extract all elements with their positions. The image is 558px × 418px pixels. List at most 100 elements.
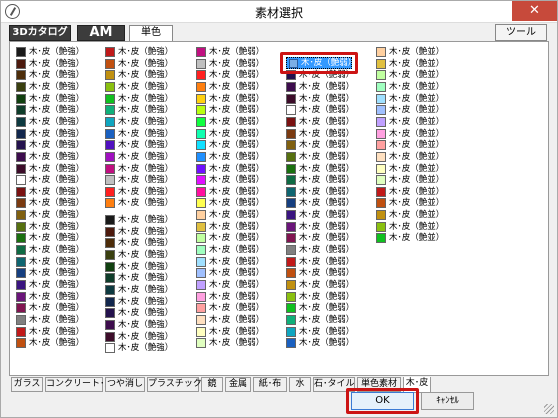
swatch-item[interactable]: 木･皮（艶強） <box>16 209 106 221</box>
swatch-item[interactable]: 木･皮（艶弱） <box>196 279 286 291</box>
swatch-item[interactable]: 木･皮（艶弱） <box>196 244 286 256</box>
swatch-item[interactable]: 木･皮（艶強） <box>105 342 195 354</box>
swatch-item[interactable]: 木･皮（艶弱） <box>286 174 376 186</box>
swatch-item[interactable]: 木･皮（艶並） <box>376 69 466 81</box>
swatch-item[interactable]: 木･皮（艶弱） <box>286 81 376 93</box>
swatch-item[interactable]: 木･皮（艶強） <box>16 69 106 81</box>
swatch-item[interactable]: 木･皮（艶強） <box>16 151 106 163</box>
swatch-item[interactable]: 木･皮（艶弱） <box>196 174 286 186</box>
swatch-item[interactable]: 木･皮（艶強） <box>105 151 195 163</box>
swatch-item[interactable]: 木･皮（艶強） <box>16 232 106 244</box>
swatch-item[interactable]: 木･皮（艶強） <box>16 163 106 175</box>
swatch-item[interactable]: 木･皮（艶弱） <box>196 186 286 198</box>
swatch-item[interactable]: 木･皮（艶弱） <box>196 256 286 268</box>
category-tab[interactable]: プラスチック <box>147 377 202 392</box>
swatch-item[interactable]: 木･皮（艶強） <box>105 284 195 296</box>
swatch-item[interactable]: 木･皮（艶強） <box>16 186 106 198</box>
swatch-item[interactable]: 木･皮（艶弱） <box>196 128 286 140</box>
swatch-item[interactable]: 木･皮（艶弱） <box>196 314 286 326</box>
swatch-item[interactable]: 木･皮（艶並） <box>376 186 466 198</box>
swatch-item[interactable]: 木･皮（艶強） <box>105 237 195 249</box>
swatch-item[interactable]: 木･皮（艶強） <box>16 128 106 140</box>
swatch-item[interactable]: 木･皮（艶弱） <box>196 267 286 279</box>
swatch-item[interactable]: 木･皮（艶弱） <box>196 58 286 70</box>
swatch-item[interactable]: 木･皮（艶並） <box>376 46 466 58</box>
swatch-item[interactable]: 木･皮（艶並） <box>376 174 466 186</box>
swatch-item[interactable]: 木･皮（艶並） <box>376 58 466 70</box>
swatch-item[interactable]: 木･皮（艶弱） <box>196 302 286 314</box>
swatch-item[interactable]: 木･皮（艶弱） <box>286 326 376 338</box>
swatch-item[interactable]: 木･皮（艶強） <box>105 163 195 175</box>
swatch-item[interactable]: 木･皮（艶弱） <box>286 256 376 268</box>
swatch-item[interactable]: 木･皮（艶強） <box>105 226 195 238</box>
swatch-item[interactable]: 木･皮（艶並） <box>376 81 466 93</box>
swatch-item[interactable]: 木･皮（艶弱） <box>196 151 286 163</box>
swatch-item[interactable]: 木･皮（艶強） <box>16 174 106 186</box>
swatch-item[interactable]: 木･皮（艶弱） <box>196 69 286 81</box>
swatch-item[interactable]: 木･皮（艶強） <box>16 197 106 209</box>
swatch-item[interactable]: 木･皮（艶強） <box>16 81 106 93</box>
swatch-item[interactable]: 木･皮（艶強） <box>105 261 195 273</box>
swatch-item[interactable]: 木･皮（艶並） <box>376 139 466 151</box>
swatch-item[interactable]: 木･皮（艶並） <box>376 93 466 105</box>
swatch-item[interactable]: 木･皮（艶強） <box>16 302 106 314</box>
swatch-item[interactable]: 木･皮（艶弱） <box>196 81 286 93</box>
swatch-item[interactable]: 木･皮（艶弱） <box>196 116 286 128</box>
swatch-item[interactable]: 木･皮（艶強） <box>105 139 195 151</box>
swatch-item[interactable]: 木･皮（艶強） <box>105 319 195 331</box>
swatch-item[interactable]: 木･皮（艶強） <box>16 221 106 233</box>
swatch-item[interactable]: 木･皮（艶強） <box>105 46 195 58</box>
swatch-item[interactable]: 木･皮（艶強） <box>16 93 106 105</box>
swatch-item[interactable]: 木･皮（艶強） <box>16 314 106 326</box>
swatch-item[interactable]: 木･皮（艶弱） <box>286 314 376 326</box>
swatch-item[interactable]: 木･皮（艶強） <box>105 81 195 93</box>
swatch-item[interactable]: 木･皮（艶強） <box>105 174 195 186</box>
swatch-item[interactable]: 木･皮（艶弱） <box>286 209 376 221</box>
swatch-item[interactable]: 木･皮（艶弱） <box>196 291 286 303</box>
swatch-item[interactable]: 木･皮（艶弱） <box>286 337 376 349</box>
swatch-item[interactable]: 木･皮（艶弱） <box>286 221 376 233</box>
swatch-item[interactable]: 木･皮（艶強） <box>105 116 195 128</box>
swatch-item[interactable]: 木･皮（艶弱） <box>286 104 376 116</box>
swatch-item[interactable]: 木･皮（艶弱） <box>286 302 376 314</box>
swatch-item[interactable]: 木･皮（艶弱） <box>196 139 286 151</box>
swatch-item[interactable]: 木･皮（艶弱） <box>286 197 376 209</box>
swatch-item[interactable]: 木･皮（艶弱） <box>196 221 286 233</box>
swatch-item[interactable]: 木･皮（艶弱） <box>196 197 286 209</box>
swatch-item[interactable]: 木･皮（艶強） <box>105 93 195 105</box>
category-tab[interactable]: つや消し <box>105 377 145 392</box>
close-button[interactable]: ✕ <box>512 1 557 21</box>
category-tab[interactable]: 金属 <box>225 377 251 392</box>
swatch-item[interactable]: 木･皮（艶並） <box>376 163 466 175</box>
swatch-item[interactable]: 木･皮（艶強） <box>105 58 195 70</box>
category-tab[interactable]: ガラス <box>11 377 43 392</box>
swatch-item[interactable]: 木･皮（艶強） <box>105 214 195 226</box>
swatch-item[interactable]: 木･皮（艶弱） <box>286 151 376 163</box>
swatch-item[interactable]: 木･皮（艶弱） <box>196 337 286 349</box>
tool-button[interactable]: ツール <box>495 24 547 41</box>
tab-single-color[interactable]: 単色 <box>129 25 173 42</box>
swatch-item[interactable]: 木･皮（艶弱） <box>286 267 376 279</box>
swatch-item[interactable]: 木･皮（艶強） <box>16 326 106 338</box>
cancel-button[interactable]: ｷｬﾝｾﾙ <box>421 392 474 410</box>
swatch-item[interactable]: 木･皮（艶並） <box>376 128 466 140</box>
swatch-item[interactable]: 木･皮（艶弱） <box>196 163 286 175</box>
swatch-item[interactable]: 木･皮（艶強） <box>16 337 106 349</box>
swatch-item[interactable]: 木･皮（艶強） <box>105 307 195 319</box>
swatch-item[interactable]: 木･皮（艶弱） <box>286 116 376 128</box>
swatch-item[interactable]: 木･皮（艶弱） <box>196 326 286 338</box>
swatch-item[interactable]: 木･皮（艶強） <box>16 279 106 291</box>
swatch-item[interactable]: 木･皮（艶並） <box>376 232 466 244</box>
selected-swatch[interactable]: 木･皮（艶弱） <box>286 57 356 69</box>
swatch-item[interactable]: 木･皮（艶弱） <box>286 93 376 105</box>
swatch-item[interactable]: 木･皮（艶強） <box>105 272 195 284</box>
swatch-item[interactable]: 木･皮（艶弱） <box>286 163 376 175</box>
category-tab[interactable]: 紙･布 <box>253 377 287 392</box>
swatch-item[interactable]: 木･皮（艶強） <box>105 197 195 209</box>
swatch-item[interactable]: 木･皮（艶弱） <box>286 244 376 256</box>
swatch-item[interactable]: 木･皮（艶弱） <box>286 291 376 303</box>
swatch-item[interactable]: 木･皮（艶強） <box>105 249 195 261</box>
swatch-item[interactable]: 木･皮（艶並） <box>376 209 466 221</box>
swatch-item[interactable]: 木･皮（艶弱） <box>196 104 286 116</box>
swatch-item[interactable]: 木･皮（艶弱） <box>196 46 286 58</box>
